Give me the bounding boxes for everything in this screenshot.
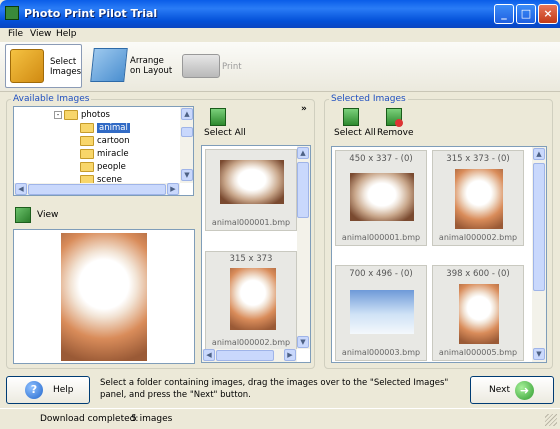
view-icon[interactable] — [15, 207, 31, 223]
arrange-layout-step[interactable]: Arrange on Layout — [88, 44, 174, 88]
print-step[interactable]: Print — [180, 44, 242, 88]
scroll-thumb[interactable] — [28, 184, 166, 195]
scroll-left-icon[interactable]: ◀ — [203, 349, 215, 361]
folder-icon — [80, 148, 94, 159]
thumbnail-dimensions: 315 x 373 — [229, 254, 273, 264]
scroll-thumb[interactable] — [297, 162, 309, 218]
thumbnail-filename: animal000005.bmp — [438, 348, 518, 357]
window-title: Photo Print Pilot Trial — [24, 7, 158, 20]
app-icon — [5, 6, 19, 20]
view-label[interactable]: View — [37, 210, 58, 220]
thumbnail-dimensions: 398 x 600 - (0) — [446, 269, 510, 279]
next-arrow-icon: ➜ — [515, 381, 534, 400]
scroll-thumb[interactable] — [533, 163, 545, 291]
toolbar: Select Images Arrange on Layout Print — [0, 42, 560, 92]
next-label: Next — [489, 385, 510, 395]
thumbnail-photo — [230, 268, 276, 330]
scroll-down-icon[interactable]: ▼ — [181, 169, 193, 181]
scroll-up-icon[interactable]: ▲ — [181, 108, 193, 120]
scroll-down-icon[interactable]: ▼ — [297, 336, 309, 348]
minimize-button[interactable]: _ — [494, 4, 514, 24]
status-label: Download completed: — [40, 414, 139, 424]
expand-chevron-icon[interactable]: » — [301, 104, 307, 114]
scroll-up-icon[interactable]: ▲ — [533, 148, 545, 160]
available-thumbnails[interactable]: animal000001.bmp 315 x 373 animal000002.… — [201, 145, 311, 363]
thumbnail-photo — [350, 173, 414, 221]
select-images-label: Select Images — [50, 57, 82, 77]
remove-icon[interactable] — [386, 108, 403, 127]
select-images-step[interactable]: Select Images — [5, 44, 82, 88]
thumbnail-card[interactable]: 315 x 373 animal000002.bmp — [205, 251, 297, 351]
thumbnail-photo — [220, 160, 284, 204]
next-button[interactable]: Next ➜ — [470, 376, 554, 404]
tree-item-photos[interactable]: - photos — [54, 109, 110, 122]
thumbnail-filename: animal000003.bmp — [341, 348, 421, 357]
thumbnail-photo — [350, 290, 414, 334]
selected-select-all-label[interactable]: Select All — [334, 128, 376, 138]
print-label: Print — [222, 62, 242, 72]
remove-label[interactable]: Remove — [377, 128, 414, 138]
scroll-left-icon[interactable]: ◀ — [15, 183, 27, 195]
thumbnail-card[interactable]: 315 x 373 - (0) animal000002.bmp — [432, 150, 524, 246]
thumbnail-filename: animal000001.bmp — [211, 218, 291, 227]
thumbnail-filename: animal000001.bmp — [341, 233, 421, 242]
thumbnail-card[interactable]: 450 x 337 - (0) animal000001.bmp — [335, 150, 427, 246]
select-all-icon[interactable] — [210, 108, 226, 126]
available-images-legend: Available Images — [11, 94, 92, 104]
help-button[interactable]: ? Help — [6, 376, 90, 404]
arrange-layout-label: Arrange on Layout — [130, 56, 173, 76]
thumbnail-photo — [459, 284, 499, 344]
folder-photos-icon — [10, 49, 44, 83]
scroll-thumb[interactable] — [181, 127, 193, 137]
status-count: 5 images — [131, 414, 173, 424]
available-select-all-label[interactable]: Select All — [204, 128, 246, 138]
resize-grip-icon[interactable] — [545, 414, 557, 426]
menu-file[interactable]: File — [8, 29, 23, 39]
selected-thumbnails[interactable]: 450 x 337 - (0) animal000001.bmp 315 x 3… — [331, 146, 547, 363]
help-label: Help — [53, 385, 74, 395]
tree-vscrollbar[interactable]: ▲ ▼ — [180, 107, 193, 183]
scroll-up-icon[interactable]: ▲ — [297, 147, 309, 159]
thumbnail-filename: animal000002.bmp — [211, 338, 291, 347]
selected-vscrollbar[interactable]: ▲ ▼ — [532, 147, 546, 362]
layout-icon — [90, 48, 128, 82]
select-all-icon[interactable] — [343, 108, 359, 126]
scroll-right-icon[interactable]: ▶ — [167, 183, 179, 195]
scroll-down-icon[interactable]: ▼ — [533, 348, 545, 360]
close-button[interactable]: × — [538, 4, 558, 24]
tree-item-miracle[interactable]: miracle — [80, 148, 129, 161]
menu-help[interactable]: Help — [56, 29, 77, 39]
thumbs-hscrollbar[interactable]: ◀ ▶ — [202, 349, 297, 362]
folder-icon — [80, 135, 94, 146]
folder-icon — [80, 122, 94, 133]
menu-view[interactable]: View — [30, 29, 51, 39]
tree-hscrollbar[interactable]: ◀ ▶ — [14, 183, 180, 195]
thumbnail-card[interactable]: animal000001.bmp — [205, 149, 297, 231]
thumbnail-dimensions: 315 x 373 - (0) — [446, 154, 510, 164]
tree-item-cartoon[interactable]: cartoon — [80, 135, 130, 148]
tree-item-animal[interactable]: animal — [80, 122, 130, 135]
printer-icon — [182, 54, 220, 78]
menu-bar: File View Help — [0, 28, 560, 42]
folder-icon — [80, 161, 94, 172]
folder-open-icon — [64, 109, 78, 120]
status-bar: Download completed: 5 images — [0, 408, 560, 429]
tree-item-people[interactable]: people — [80, 161, 126, 174]
selected-images-legend: Selected Images — [329, 94, 408, 104]
maximize-button[interactable]: □ — [516, 4, 536, 24]
scroll-right-icon[interactable]: ▶ — [284, 349, 296, 361]
thumbnail-dimensions: 450 x 337 - (0) — [349, 154, 413, 164]
preview-photo — [61, 233, 147, 361]
folder-tree[interactable]: - photos animal cartoon miracle people sc… — [13, 106, 194, 196]
help-icon: ? — [25, 381, 43, 399]
instructions-text: Select a folder containing images, drag … — [100, 378, 449, 400]
thumbnail-filename: animal000002.bmp — [438, 233, 518, 242]
scroll-thumb[interactable] — [216, 350, 274, 361]
image-preview — [13, 229, 195, 364]
thumbnail-dimensions: 700 x 496 - (0) — [349, 269, 413, 279]
thumbnail-card[interactable]: 700 x 496 - (0) animal000003.bmp — [335, 265, 427, 361]
thumbnail-card[interactable]: 398 x 600 - (0) animal000005.bmp — [432, 265, 524, 361]
thumbnail-photo — [455, 169, 503, 229]
thumbs-vscrollbar[interactable]: ▲ ▼ — [297, 146, 310, 349]
